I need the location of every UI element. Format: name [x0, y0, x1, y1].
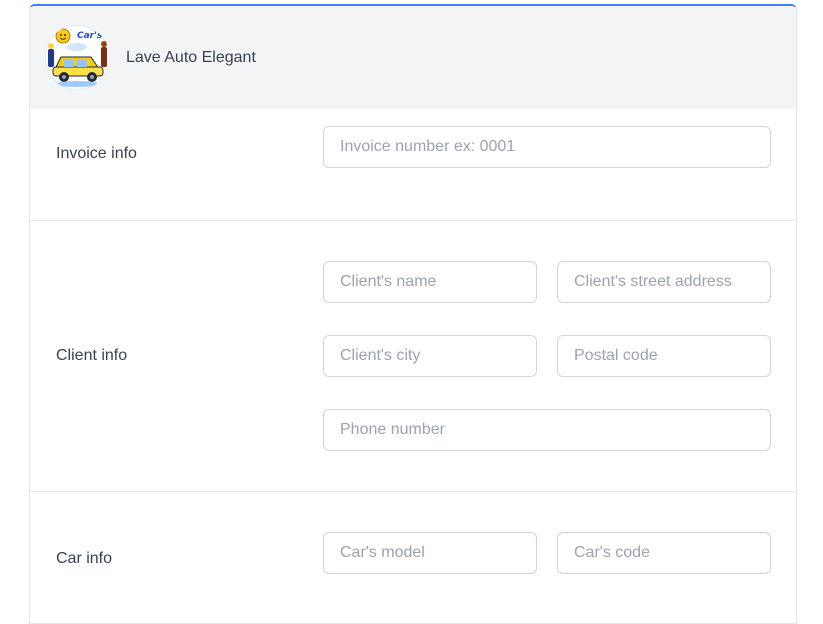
car-code-input[interactable] — [557, 532, 771, 574]
form-header: Car's Lave Auto Elegant — [30, 6, 796, 109]
car-model-input[interactable] — [323, 532, 537, 574]
car-info-section: Car info — [30, 492, 796, 623]
client-info-section: Client info — [30, 221, 796, 492]
car-wash-logo-icon: Car's — [45, 25, 110, 90]
company-logo: Car's — [45, 25, 110, 90]
invoice-form-card: Car's Lave Auto Elegant Invoice info Inv… — [29, 4, 797, 624]
svg-text:Car's: Car's — [77, 31, 103, 41]
car-info-label: Car info — [56, 550, 113, 567]
postal-code-input[interactable] — [557, 335, 771, 377]
client-city-input[interactable] — [323, 335, 537, 377]
client-street-address-input[interactable] — [557, 261, 771, 303]
invoice-info-section: Invoice info — [30, 109, 796, 221]
client-name-input[interactable] — [323, 261, 537, 303]
invoice-info-label: Invoice info — [56, 145, 137, 162]
brand-name: Lave Auto Elegant — [126, 48, 256, 66]
phone-number-input[interactable] — [323, 409, 771, 451]
client-info-label: Client info — [56, 347, 128, 364]
invoice-number-input[interactable] — [323, 126, 771, 168]
